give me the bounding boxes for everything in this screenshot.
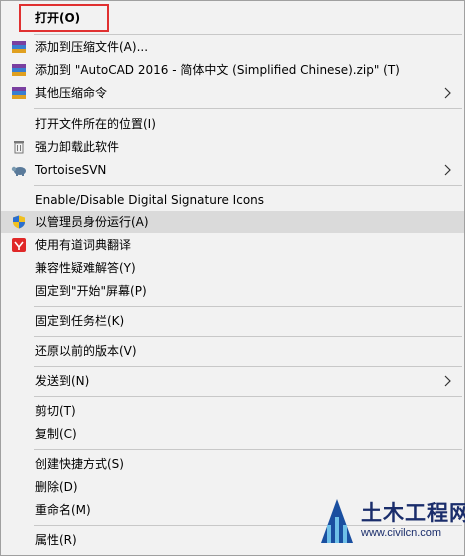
separator xyxy=(34,366,462,367)
menu-item-add-to-archive-label: 添加到压缩文件(A)... xyxy=(35,40,149,54)
menu-item-youdao[interactable]: 使用有道词典翻译 xyxy=(1,234,464,256)
menu-item-send-to[interactable]: 发送到(N) xyxy=(1,370,464,392)
menu-item-restore-versions-label: 还原以前的版本(V) xyxy=(35,344,137,358)
winrar-zip-icon xyxy=(12,64,26,76)
menu-item-force-uninstall[interactable]: 强力卸载此软件 xyxy=(1,136,464,158)
menu-item-create-shortcut-label: 创建快捷方式(S) xyxy=(35,457,124,471)
menu-item-other-compress-label: 其他压缩命令 xyxy=(35,86,108,100)
menu-item-youdao-label: 使用有道词典翻译 xyxy=(35,238,132,252)
chevron-right-icon xyxy=(444,87,451,99)
menu-item-tortoisesvn[interactable]: TortoiseSVN xyxy=(1,159,464,181)
menu-item-force-uninstall-label: 强力卸载此软件 xyxy=(35,140,120,154)
separator xyxy=(34,108,462,109)
menu-item-restore-versions[interactable]: 还原以前的版本(V) xyxy=(1,340,464,362)
menu-item-other-compress[interactable]: 其他压缩命令 xyxy=(1,82,464,104)
context-menu: 打开(O) 添加到压缩文件(A)... 添加到 "AutoCAD 2016 - … xyxy=(0,0,465,556)
menu-item-cut[interactable]: 剪切(T) xyxy=(1,400,464,422)
menu-item-add-to-archive[interactable]: 添加到压缩文件(A)... xyxy=(1,36,464,58)
watermark: 土木工程网 www.civilcn.com xyxy=(313,491,465,553)
menu-item-tortoisesvn-label: TortoiseSVN xyxy=(35,163,107,177)
watermark-url: www.civilcn.com xyxy=(361,527,442,539)
menu-item-signature-icons-label: Enable/Disable Digital Signature Icons xyxy=(35,193,265,207)
menu-item-add-to-zip-label: 添加到 "AutoCAD 2016 - 简体中文 (Simplified Chi… xyxy=(35,63,400,77)
menu-item-run-as-admin-label: 以管理员身份运行(A) xyxy=(35,215,149,229)
menu-item-send-to-label: 发送到(N) xyxy=(35,374,90,388)
menu-item-copy[interactable]: 复制(C) xyxy=(1,423,464,445)
separator xyxy=(34,34,462,35)
menu-item-cut-label: 剪切(T) xyxy=(35,404,76,418)
tortoise-icon xyxy=(11,166,26,176)
menu-item-compatibility[interactable]: 兼容性疑难解答(Y) xyxy=(1,257,464,279)
menu-item-add-to-zip[interactable]: 添加到 "AutoCAD 2016 - 简体中文 (Simplified Chi… xyxy=(1,59,464,81)
menu-item-pin-start[interactable]: 固定到"开始"屏幕(P) xyxy=(1,280,464,302)
menu-item-signature-icons[interactable]: Enable/Disable Digital Signature Icons xyxy=(1,189,464,211)
menu-item-delete-label: 删除(D) xyxy=(35,480,78,494)
winrar-commands-icon xyxy=(12,87,26,99)
separator xyxy=(34,336,462,337)
watermark-logo-icon xyxy=(321,499,353,543)
highlight-box xyxy=(19,4,109,32)
chevron-right-icon xyxy=(444,164,451,176)
separator xyxy=(34,449,462,450)
menu-item-pin-taskbar[interactable]: 固定到任务栏(K) xyxy=(1,310,464,332)
menu-item-compatibility-label: 兼容性疑难解答(Y) xyxy=(35,261,136,275)
trash-icon xyxy=(14,141,24,154)
menu-item-copy-label: 复制(C) xyxy=(35,427,77,441)
youdao-dictionary-icon xyxy=(12,238,26,252)
menu-item-create-shortcut[interactable]: 创建快捷方式(S) xyxy=(1,453,464,475)
menu-item-run-as-admin[interactable]: 以管理员身份运行(A) xyxy=(1,211,464,233)
menu-item-pin-taskbar-label: 固定到任务栏(K) xyxy=(35,314,125,328)
menu-item-rename-label: 重命名(M) xyxy=(35,503,91,517)
menu-item-open-location[interactable]: 打开文件所在的位置(I) xyxy=(1,113,464,135)
separator xyxy=(34,185,462,186)
watermark-title: 土木工程网 xyxy=(361,501,465,525)
chevron-right-icon xyxy=(444,375,451,387)
separator xyxy=(34,306,462,307)
menu-item-properties-label: 属性(R) xyxy=(35,533,77,547)
separator xyxy=(34,396,462,397)
menu-item-pin-start-label: 固定到"开始"屏幕(P) xyxy=(35,284,147,298)
winrar-archive-icon xyxy=(12,41,26,53)
menu-item-open-location-label: 打开文件所在的位置(I) xyxy=(35,117,156,131)
uac-shield-icon xyxy=(13,215,25,229)
